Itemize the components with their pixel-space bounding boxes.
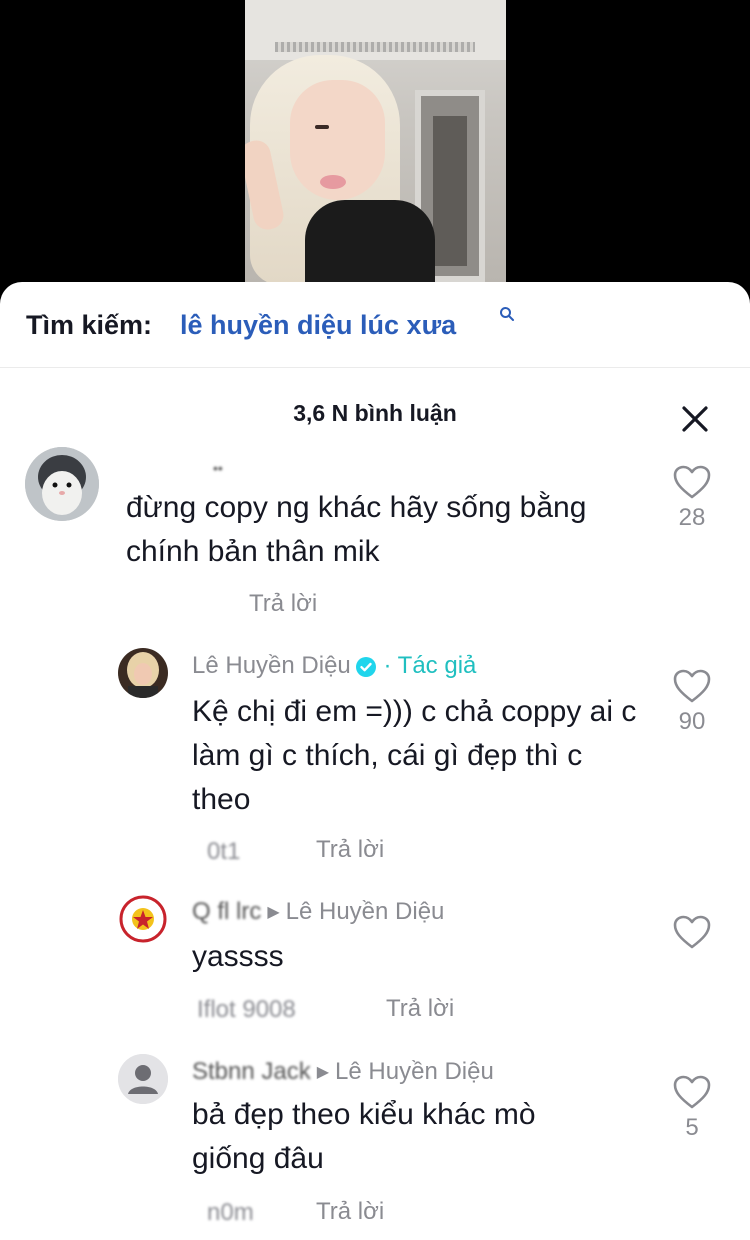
comment-text: đừng copy ng khác hãy sống bằng chính bả… (126, 491, 587, 568)
author-badge: · Tác giả (383, 652, 477, 679)
video-person-eye (315, 125, 329, 129)
comment-text: bả đẹp theo kiểu khác mò giống đâu (192, 1098, 536, 1175)
reply-arrow-icon: ▶ (316, 1064, 330, 1081)
reply-button[interactable]: Trả lời (249, 590, 317, 618)
comment-date: 0t1 (207, 838, 241, 865)
like-button[interactable]: 5 (662, 1074, 722, 1142)
verified-icon (355, 656, 376, 677)
reply-button[interactable]: Trả lời (316, 836, 384, 864)
commenter-name[interactable]: Stbnn Jack (192, 1058, 311, 1085)
comment-username[interactable]: Stbnn Jack ▶ Lê Huyền Diệu (192, 1058, 494, 1086)
reply-button[interactable]: Trả lời (386, 995, 454, 1023)
video-person-body (305, 200, 435, 282)
video-person-lips (320, 175, 346, 189)
comment-text: Kệ chị đi em =))) c chả coppy ai c làm g… (192, 695, 637, 816)
reply-to-name[interactable]: Lê Huyền Diệu (335, 1058, 494, 1085)
avatar[interactable] (118, 1054, 168, 1104)
like-count: 28 (678, 504, 706, 531)
like-button[interactable]: 28 (662, 464, 722, 532)
comments-sheet: Tìm kiếm: lê huyền diệu lúc xưa 3,6 N bì… (0, 282, 750, 1240)
avatar-default-image (118, 1054, 168, 1104)
avatar-hamster-image (25, 447, 99, 521)
heart-icon (673, 915, 711, 949)
video-door-inner (433, 116, 467, 266)
heart-icon (673, 1075, 711, 1109)
comment-date: n0m (207, 1199, 254, 1226)
comment-date: Iflot 9008 (197, 996, 296, 1023)
reply-button[interactable]: Trả lời (316, 1198, 384, 1226)
comment-username[interactable]: Q fl lrc ▶ Lê Huyền Diệu (192, 898, 444, 926)
search-suggestion[interactable]: Tìm kiếm: lê huyền diệu lúc xưa (0, 282, 750, 368)
reply-to-name[interactable]: Lê Huyền Diệu (286, 898, 445, 925)
like-count: 90 (678, 708, 706, 735)
avatar[interactable] (118, 894, 168, 944)
like-button[interactable] (662, 914, 722, 954)
video-vent (275, 42, 475, 52)
avatar-badge-image (118, 894, 168, 944)
heart-icon (673, 465, 711, 499)
comment-text: yassss (192, 940, 284, 973)
avatar[interactable] (25, 447, 99, 521)
comments-count: 3,6 N bình luận (293, 400, 457, 426)
reply-arrow-icon: ▶ (267, 904, 280, 921)
avatar[interactable] (118, 648, 168, 698)
avatar-author-image (118, 648, 168, 698)
search-term-link[interactable]: lê huyền diệu lúc xưa (180, 310, 456, 341)
like-count: 5 (685, 1114, 699, 1141)
close-icon[interactable] (678, 402, 712, 436)
video-thumbnail[interactable] (245, 0, 506, 282)
search-icon (500, 307, 514, 321)
comment-username[interactable]: •• (213, 460, 223, 476)
comment-username[interactable]: Lê Huyền Diệu · Tác giả (192, 652, 476, 680)
like-button[interactable]: 90 (662, 668, 722, 736)
search-label: Tìm kiếm: (26, 310, 153, 340)
author-name[interactable]: Lê Huyền Diệu (192, 652, 351, 679)
heart-icon (673, 669, 711, 703)
commenter-name[interactable]: Q fl lrc (192, 898, 261, 925)
